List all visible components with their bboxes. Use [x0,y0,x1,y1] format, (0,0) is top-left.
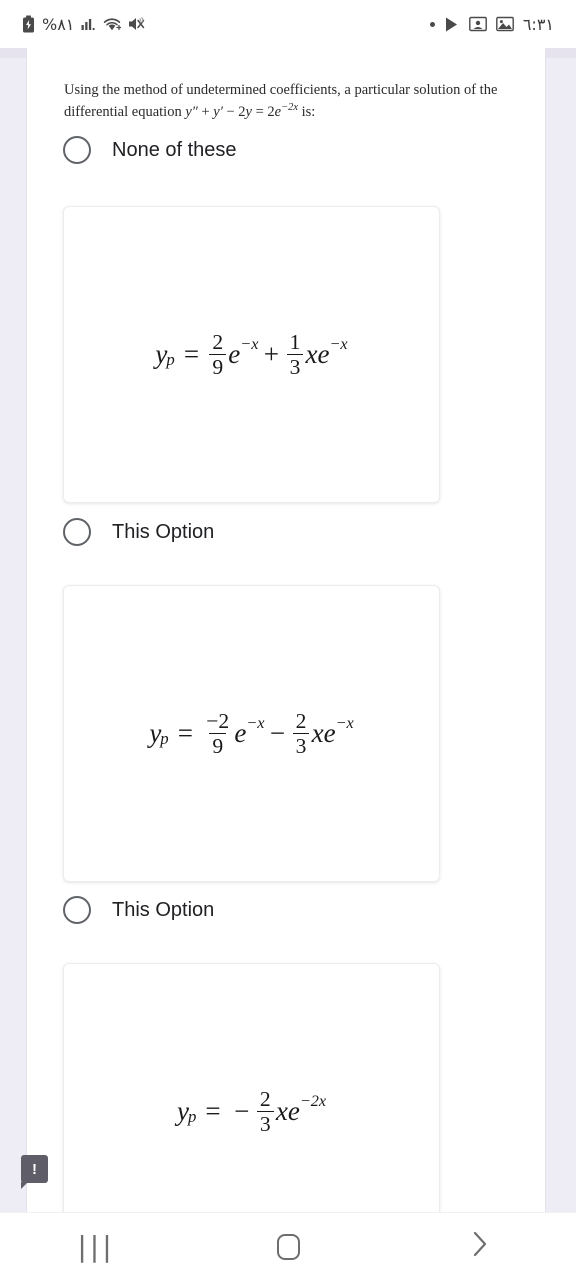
option-row-option-1[interactable]: This Option [63,518,214,546]
f1-frac1-den: 9 [209,354,227,378]
f1-frac1-num: 2 [212,329,224,354]
formula-card-option-1: yp = 2 9 e −x + 1 3 x e −x [63,206,440,503]
back-button[interactable] [445,1222,515,1272]
radio-option-2[interactable] [63,896,91,924]
recents-icon: ||| [77,1230,115,1263]
formula-option-3: yp = − 2 3 x e −2x [177,1088,326,1135]
photos-icon [495,16,514,32]
f1-fraction-1: 2 9 [209,329,227,378]
home-button[interactable] [253,1222,323,1272]
f2-term2-x: x [311,718,324,748]
left-edge-cap [0,48,26,58]
home-icon [276,1233,300,1260]
right-edge-cap [546,48,576,58]
f1-term2-exp: −x [329,334,348,353]
f1-frac2-num: 1 [289,329,301,354]
f2-term2-base: e [323,718,336,748]
f3-term1-base: e [287,1096,300,1126]
f2-fraction-1: −2 9 [203,710,232,757]
contacts-icon [468,16,487,32]
eq-equals: = 2 [251,103,275,120]
question-line-1: Using the method of undetermined coeffic… [64,82,498,98]
status-bar: %٨١ ٦:٣١ [0,0,576,48]
formula-card-option-2: yp = −2 9 e −x − 2 3 x e −x [63,585,440,882]
status-bar-left: %٨١ [22,15,145,34]
status-bar-clock: ٦:٣١ [522,14,554,34]
f2-operator: − [269,718,286,748]
f3-frac1-num: 2 [259,1086,271,1111]
volume-mute-icon [128,16,145,32]
formula-card-option-3: yp = − 2 3 x e −2x [63,963,440,1212]
f3-frac1-den: 3 [256,1111,274,1135]
alert-tooltip-symbol: ! [32,1160,37,1178]
question-prompt: Using the method of undetermined coeffic… [64,80,519,122]
notification-dot [429,21,435,27]
f2-lhs-sub: p [160,728,169,748]
f3-lead-sign: − [234,1096,250,1126]
f2-frac2-num: 2 [295,708,307,733]
radio-option-1[interactable] [63,518,91,546]
eq-exponent: −2x [281,101,299,113]
f3-fraction-1: 2 3 [256,1086,274,1135]
question-line-2-prefix: differential equation [64,103,186,120]
left-edge-strip [0,48,26,1212]
wifi-icon [103,16,122,32]
f2-equals: = [177,718,193,748]
f2-term1-exp: −x [246,713,265,732]
f1-term2-x: x [305,339,318,369]
question-suffix: is: [298,103,316,120]
play-store-icon [444,16,460,33]
android-nav-bar: ||| [0,1212,576,1280]
f1-lhs-sub: p [166,349,175,369]
f1-term1-base: e [228,339,241,369]
f1-operator: + [263,339,280,369]
status-bar-right: ٦:٣١ [429,14,554,34]
option-label-option-2: This Option [112,898,215,921]
eq-plus: + [197,103,214,120]
f2-term1-base: e [234,718,247,748]
quiz-page: Using the method of undetermined coeffic… [27,48,545,1212]
signal-bars-icon [81,16,96,32]
f2-frac1-den: 9 [209,733,227,757]
formula-option-1: yp = 2 9 e −x + 1 3 x e −x [155,331,347,378]
f3-equals: = [205,1096,221,1126]
f1-equals: = [183,339,200,369]
f1-fraction-2: 1 3 [286,329,304,378]
right-edge-strip [546,48,576,1212]
formula-option-2: yp = −2 9 e −x − 2 3 x e −x [149,710,353,757]
right-body-divider [545,48,546,1212]
option-row-option-2[interactable]: This Option [63,896,214,924]
back-chevron-icon [469,1228,491,1265]
f2-term2-exp: −x [335,713,354,732]
f2-frac2-den: 3 [292,733,310,757]
battery-percent: %٨١ [42,14,75,34]
option-row-none-of-these[interactable]: None of these [63,136,237,164]
radio-none-of-these[interactable] [63,136,91,164]
f3-term1-x: x [275,1096,288,1126]
f3-lhs-sub: p [187,1106,197,1126]
f1-term2-base: e [317,339,330,369]
f2-fraction-2: 2 3 [292,708,310,757]
option-label-none-of-these: None of these [112,138,237,161]
f1-term1-exp: −x [240,334,259,353]
recents-button[interactable]: ||| [61,1222,131,1272]
alert-tooltip-icon[interactable]: ! [21,1155,48,1189]
option-label-option-1: This Option [112,520,215,543]
left-body-divider [26,48,27,1212]
battery-charging-icon [22,15,35,33]
f2-frac1-num: −2 [206,708,230,733]
f1-frac2-den: 3 [286,354,304,378]
eq-minus-2: − 2 [222,103,246,120]
f3-term1-exp: −2x [299,1091,327,1110]
